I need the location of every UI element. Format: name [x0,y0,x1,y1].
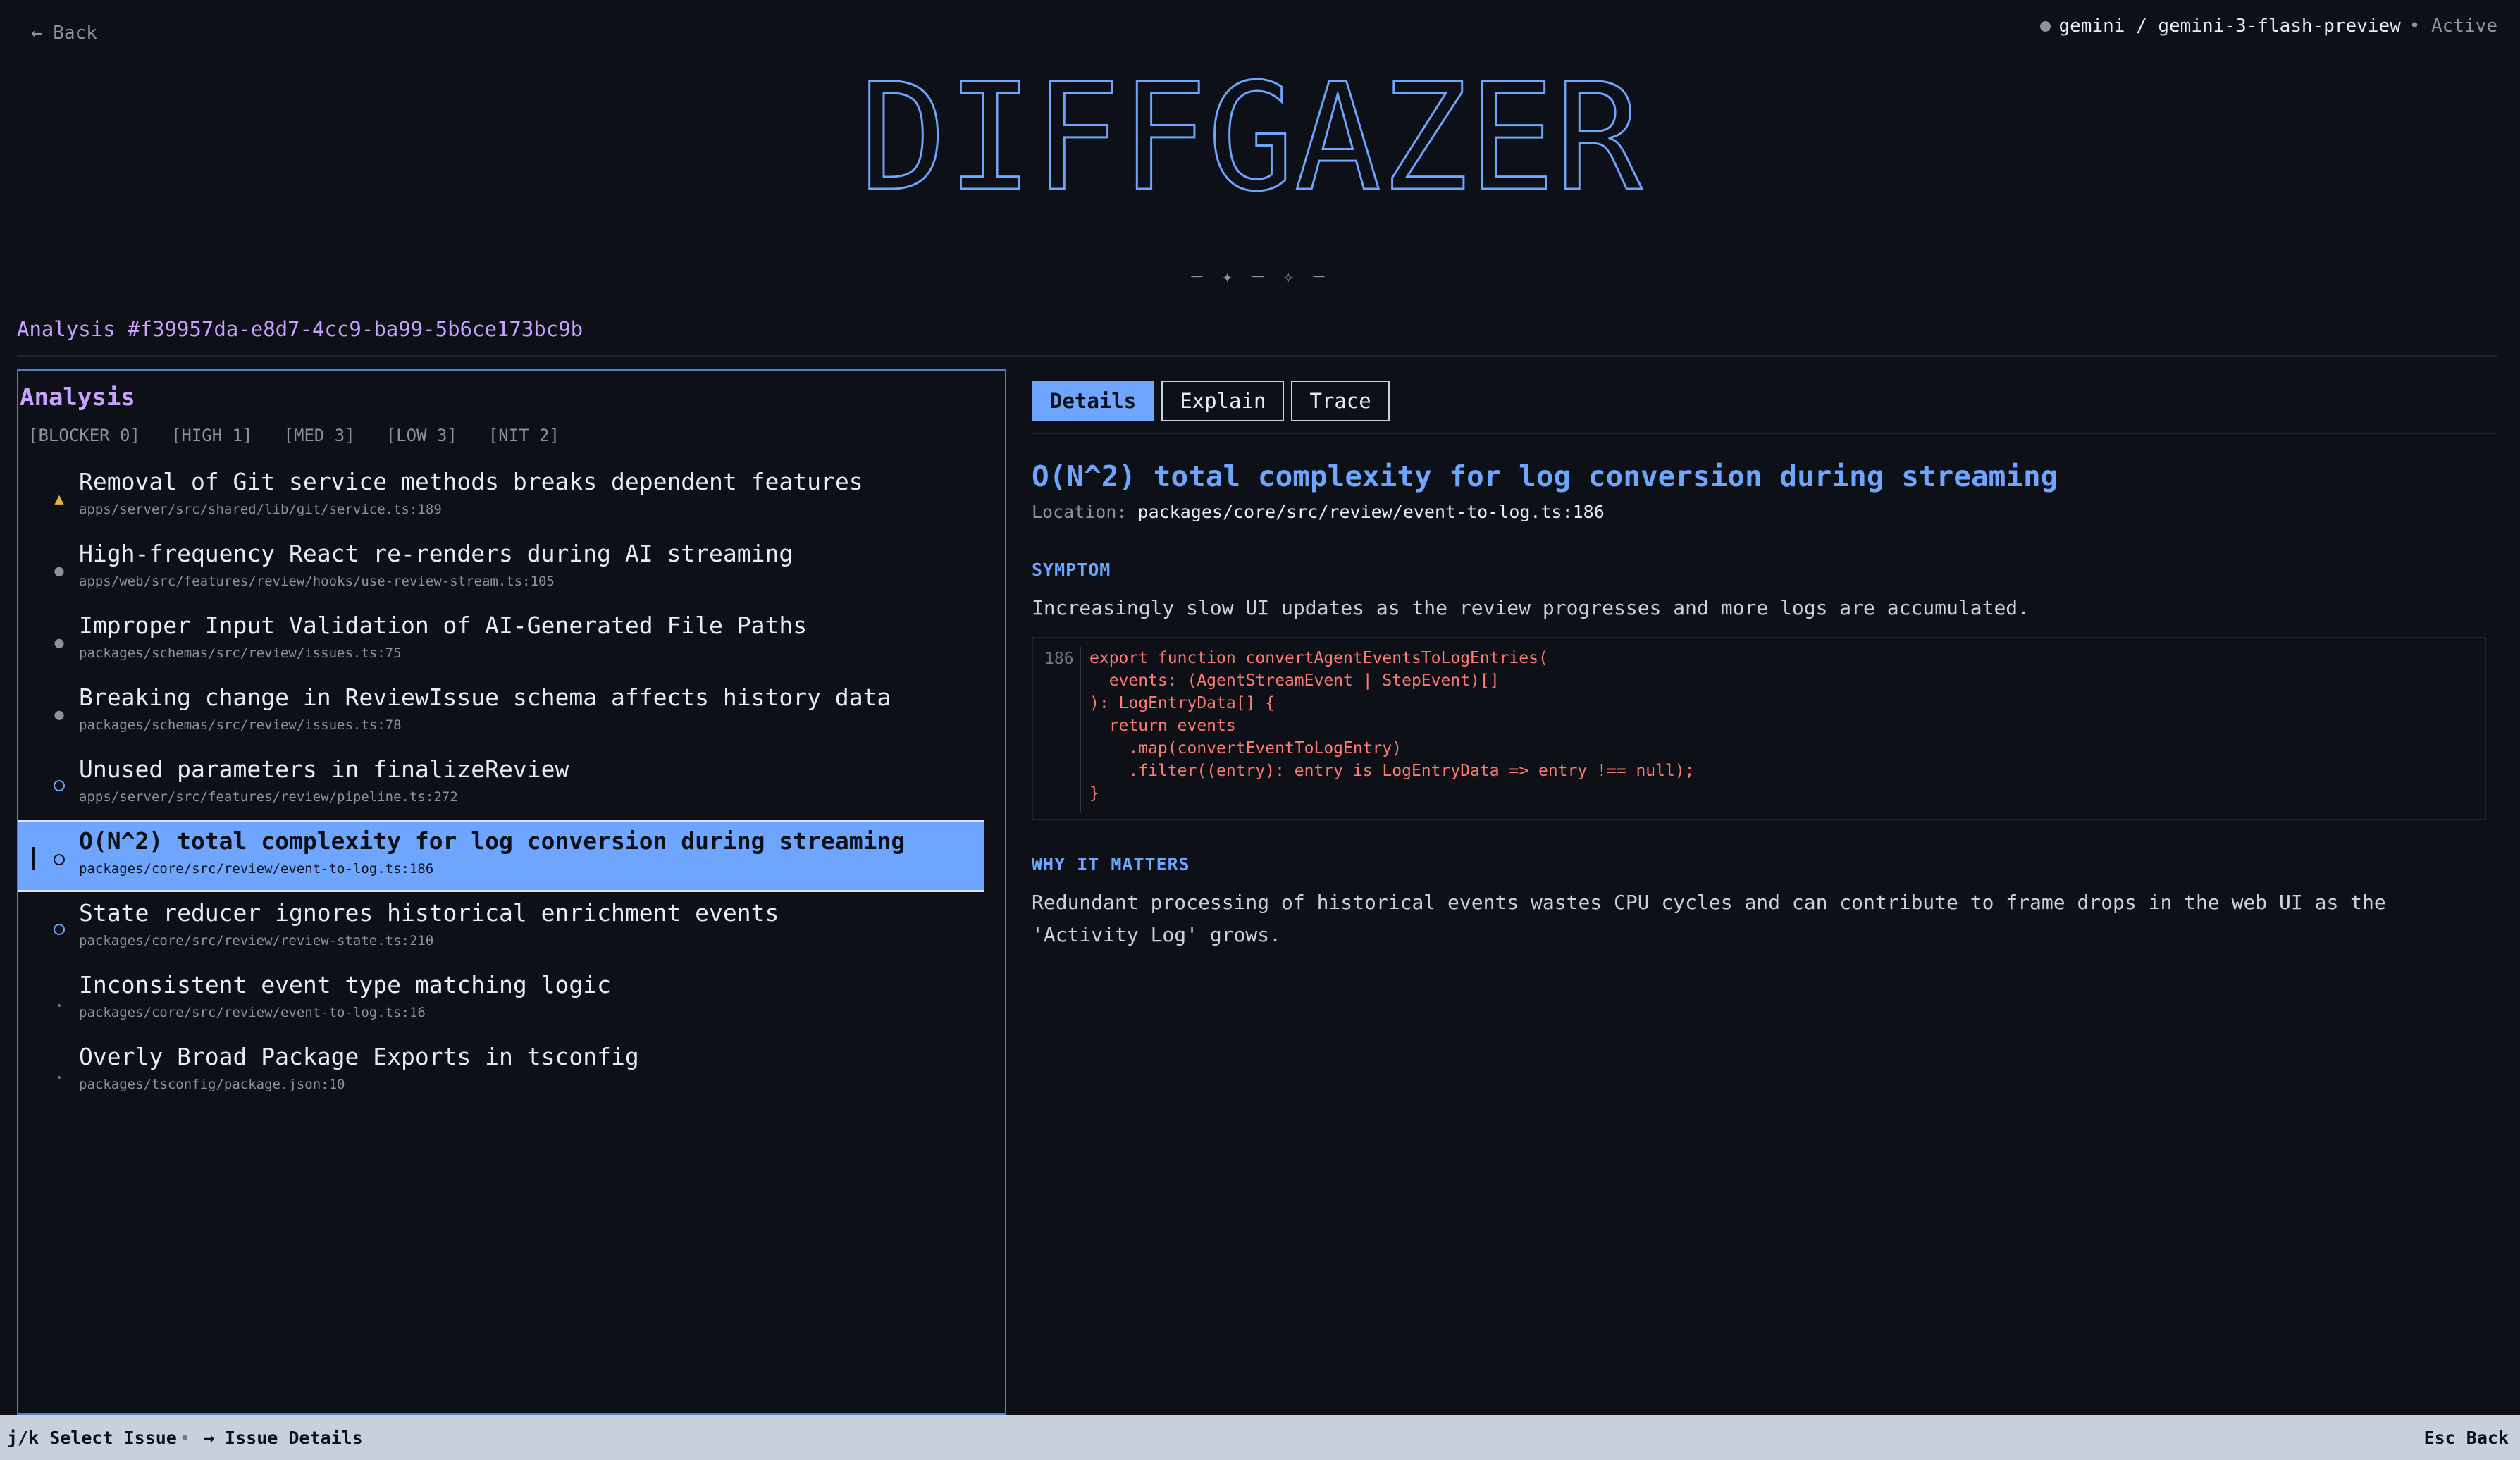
small-dot-icon [52,994,66,1011]
list-item[interactable]: ▲ Removal of Git service methods breaks … [18,461,1005,533]
code-gutter [1080,647,1081,813]
detail-tabs: Details Explain Trace [1032,381,2497,421]
tab-trace[interactable]: Trace [1291,381,1390,421]
analysis-id: Analysis #f39957da-e8d7-4cc9-ba99-5b6ce1… [17,317,583,341]
panel-title: Analysis [20,383,135,412]
issue-location: Location: packages/core/src/review/event… [1032,502,1605,522]
issue-path: apps/server/src/shared/lib/git/service.t… [79,502,442,517]
hint-select-issue: j/k Select Issue [7,1428,177,1448]
code-text: export function convertAgentEventsToLogE… [1089,649,1695,803]
list-item[interactable]: ● High-frequency React re-renders during… [18,533,1005,605]
severity-counts: [BLOCKER 0] [HIGH 1] [MED 3] [LOW 3] [NI… [28,426,560,445]
issue-title: Overly Broad Package Exports in tsconfig [79,1043,639,1070]
issue-path: packages/schemas/src/review/issues.ts:75 [79,645,402,661]
tab-explain[interactable]: Explain [1161,381,1285,421]
symptom-heading: SYMPTOM [1032,559,1111,580]
issue-list-panel: Analysis [BLOCKER 0] [HIGH 1] [MED 3] [L… [17,369,1006,1415]
provider-status: • Active [2409,16,2497,37]
count-low: [LOW 3] [385,426,457,445]
dot-icon: ● [54,634,64,652]
selected-list-item[interactable]: O(N^2) total complexity for log conversi… [18,820,984,892]
count-blocker: [BLOCKER 0] [28,426,140,445]
count-nit: [NIT 2] [488,426,560,445]
issue-list: ▲ Removal of Git service methods breaks … [18,461,1005,1108]
logo-text: DIFFGAZER [860,55,1643,217]
list-item[interactable]: ● Improper Input Validation of AI-Genera… [18,605,1005,676]
issue-title: Inconsistent event type matching logic [79,971,611,998]
separator-icon: • [179,1428,190,1448]
issue-detail-title: O(N^2) total complexity for log conversi… [1032,459,2058,493]
issue-path: packages/core/src/review/event-to-log.ts… [79,861,434,877]
provider-indicator: gemini / gemini-3-flash-preview • Active [2039,16,2497,37]
tab-details[interactable]: Details [1032,381,1155,421]
issue-title: O(N^2) total complexity for log conversi… [79,827,906,855]
hint-issue-details: → Issue Details [203,1428,363,1448]
issue-title: High-frequency React re-renders during A… [79,540,793,567]
list-item[interactable]: ● Breaking change in ReviewIssue schema … [18,676,1005,748]
why-heading: WHY IT MATTERS [1032,854,1190,874]
issue-detail-panel: Details Explain Trace O(N^2) total compl… [1032,381,2497,946]
ring-icon [52,852,66,870]
issue-path: packages/tsconfig/package.json:10 [79,1077,345,1092]
dot-icon: ● [54,706,64,724]
issue-path: apps/web/src/features/review/hooks/use-r… [79,574,555,589]
decorative-divider: ─ ✦ ─ ✧ ─ [1191,266,1329,287]
selection-cursor-icon [32,847,35,870]
warning-icon: ▲ [54,490,64,508]
count-high: [HIGH 1] [171,426,253,445]
status-bar-hints: j/k Select Issue • → Issue Details [7,1428,363,1448]
issue-path: packages/core/src/review/event-to-log.ts… [79,1005,426,1020]
dot-icon: ● [54,562,64,580]
app-logo: DIFFGAZER [859,55,1644,217]
symptom-text: Increasingly slow UI updates as the revi… [1032,596,2030,619]
status-bar: j/k Select Issue • → Issue Details Esc Ba… [0,1415,2520,1460]
provider-model: gemini / gemini-3-flash-preview [2058,16,2401,37]
list-item[interactable]: Inconsistent event type matching logic p… [18,964,1005,1036]
hint-esc-back[interactable]: Esc Back [2424,1428,2509,1448]
issue-path: packages/schemas/src/review/issues.ts:78 [79,717,402,733]
list-item[interactable]: State reducer ignores historical enrichm… [18,892,1005,964]
ring-icon [52,778,66,796]
issue-title: Removal of Git service methods breaks de… [79,468,863,495]
issue-path: packages/core/src/review/review-state.ts… [79,933,434,948]
divider [17,355,2497,357]
location-value: packages/core/src/review/event-to-log.ts… [1137,502,1605,522]
location-label: Location: [1032,502,1128,522]
issue-title: Breaking change in ReviewIssue schema af… [79,683,891,711]
count-med: [MED 3] [283,426,355,445]
issue-title: Improper Input Validation of AI-Generate… [79,612,808,639]
why-text: Redundant processing of historical event… [1032,891,2386,946]
small-dot-icon [52,1065,66,1083]
status-dot-icon [2039,20,2051,32]
issue-title: State reducer ignores historical enrichm… [79,899,779,927]
issue-path: apps/server/src/features/review/pipeline… [79,789,458,805]
list-item[interactable]: Overly Broad Package Exports in tsconfig… [18,1036,1005,1108]
ring-icon [52,922,66,939]
issue-title: Unused parameters in finalizeReview [79,755,569,783]
divider [1032,433,2497,434]
code-line-number: 186 [1044,650,1074,668]
list-item[interactable]: Unused parameters in finalizeReview apps… [18,748,1005,820]
code-snippet: 186 export function convertAgentEventsTo… [1032,637,2486,820]
back-button[interactable]: ← Back [31,23,97,44]
